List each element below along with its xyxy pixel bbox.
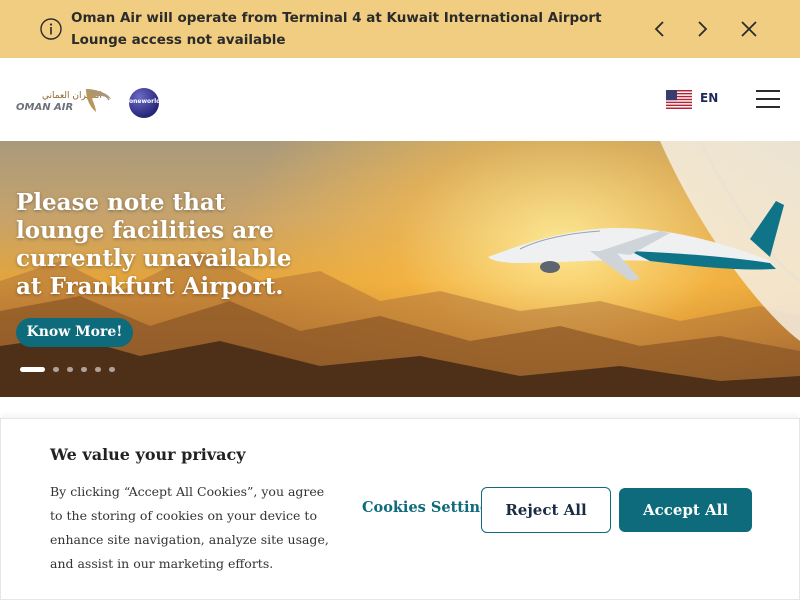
us-flag-icon[interactable] [666,90,692,109]
hero-banner: Please note that lounge facilities are c… [0,141,800,397]
carousel-dot[interactable] [95,367,101,372]
cookie-consent-banner: We value your privacy By clicking “Accep… [0,418,800,600]
carousel-dot[interactable] [109,367,115,372]
chevron-right-icon[interactable] [692,19,712,39]
language-selector[interactable]: EN [700,91,718,105]
site-header: الطيران العماني OMAN AIR oneworld EN [0,58,800,141]
accept-all-button[interactable]: Accept All [619,488,752,532]
carousel-dot[interactable] [81,367,87,372]
cookie-description: By clicking “Accept All Cookies”, you ag… [50,484,329,571]
hamburger-menu-icon[interactable] [756,90,780,108]
oman-air-logo[interactable]: الطيران العماني OMAN AIR [16,87,112,113]
info-icon [40,18,62,40]
svg-text:OMAN AIR: OMAN AIR [16,102,73,113]
airplane-image [488,201,784,281]
cookies-settings-button[interactable]: Cookies Settings [362,499,498,516]
cookie-title: We value your privacy [50,445,246,464]
announcement-bar: Oman Air will operate from Terminal 4 at… [0,0,800,58]
reject-all-button[interactable]: Reject All [481,487,611,533]
carousel-dot[interactable] [53,367,59,372]
chevron-left-icon[interactable] [650,19,670,39]
know-more-button[interactable]: Know More! [16,318,133,347]
hero-headline: Please note that lounge facilities are c… [16,189,292,300]
announcement-text: Oman Air will operate from Terminal 4 at… [71,10,602,48]
carousel-dot-active[interactable] [20,367,45,372]
oneworld-logo[interactable]: oneworld [129,88,160,118]
carousel-dot[interactable] [67,367,73,372]
close-icon[interactable] [739,19,759,39]
